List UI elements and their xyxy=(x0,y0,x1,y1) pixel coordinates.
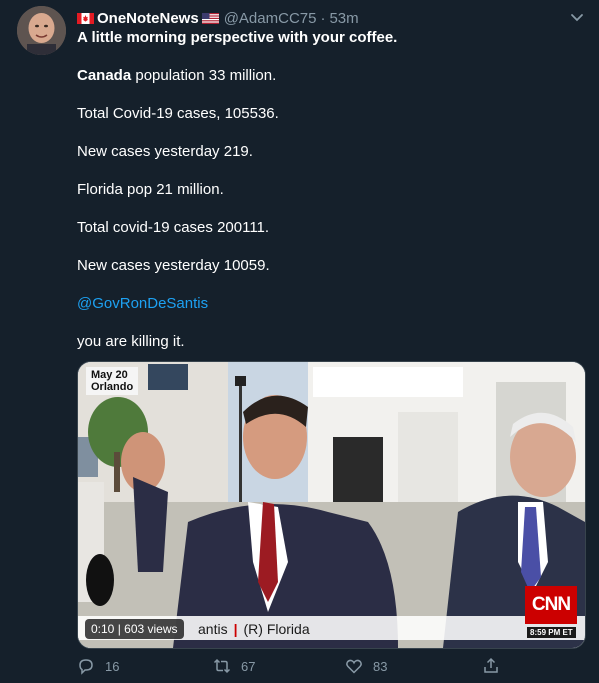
avatar[interactable] xyxy=(17,6,66,55)
us-flag-icon xyxy=(201,12,219,24)
tweet-line: Florida pop 21 million. xyxy=(77,181,224,198)
tweet-line: New cases yesterday 10059. xyxy=(77,257,270,274)
tweet-line: Total Covid-19 cases, 105536. xyxy=(77,105,279,122)
tweet-line: you are killing it. xyxy=(77,333,185,350)
retweet-icon xyxy=(213,658,231,674)
user-handle[interactable]: @AdamCC75 xyxy=(224,10,317,27)
video-views: 603 views xyxy=(124,622,178,636)
like-count: 83 xyxy=(373,658,388,674)
tweet-line: New cases yesterday 219. xyxy=(77,143,253,160)
location-tag: May 20 Orlando xyxy=(86,367,139,395)
video-frame xyxy=(78,362,585,648)
tweet-line: Total covid-19 cases 200111. xyxy=(77,219,270,236)
tweet-line-rest: population 33 million. xyxy=(131,67,277,84)
retweet-count: 67 xyxy=(241,658,256,674)
network-clock: 8:59 PM ET xyxy=(527,627,576,638)
mention-link[interactable]: @GovRonDeSantis xyxy=(77,294,208,313)
tweet-header: OneNoteNews @AdamCC75 · 53m xyxy=(77,8,359,28)
tweet-line: Canada population 33 million. xyxy=(77,66,276,85)
reply-icon xyxy=(79,659,93,675)
tweet-actions: 16 67 83 xyxy=(77,657,517,677)
timestamp[interactable]: 53m xyxy=(329,10,358,27)
video-stats-badge: 0:10 | 603 views xyxy=(85,619,184,639)
canada-flag-icon xyxy=(77,12,94,24)
heart-icon xyxy=(346,659,362,674)
location-date: May 20 xyxy=(91,369,128,381)
location-city: Orlando xyxy=(91,381,134,393)
separator-dot: · xyxy=(320,9,326,27)
chyron-party: (R) Florida xyxy=(243,621,310,637)
video-player[interactable]: May 20 Orlando antis | (R) Florida CNN 8:5… xyxy=(77,361,586,649)
chyron-text: antis | (R) Florida xyxy=(198,621,310,637)
like-button[interactable]: 83 xyxy=(345,657,387,675)
reply-button[interactable]: 16 xyxy=(77,657,119,675)
display-name[interactable]: OneNoteNews xyxy=(97,10,199,27)
network-logo: CNN xyxy=(525,586,577,624)
tweet-line: A little morning perspective with your c… xyxy=(77,29,398,46)
tweet[interactable]: OneNoteNews @AdamCC75 · 53m A little mor… xyxy=(0,0,599,683)
chyron-separator: | xyxy=(233,621,238,637)
retweet-button[interactable]: 67 xyxy=(213,657,255,675)
share-icon xyxy=(484,657,498,673)
share-button[interactable] xyxy=(482,657,510,675)
chyron-name: antis xyxy=(198,621,228,637)
video-duration: 0:10 xyxy=(91,622,115,636)
tweet-bold-word: Canada xyxy=(77,67,132,84)
chevron-down-icon[interactable] xyxy=(568,10,586,24)
reply-count: 16 xyxy=(105,658,120,674)
